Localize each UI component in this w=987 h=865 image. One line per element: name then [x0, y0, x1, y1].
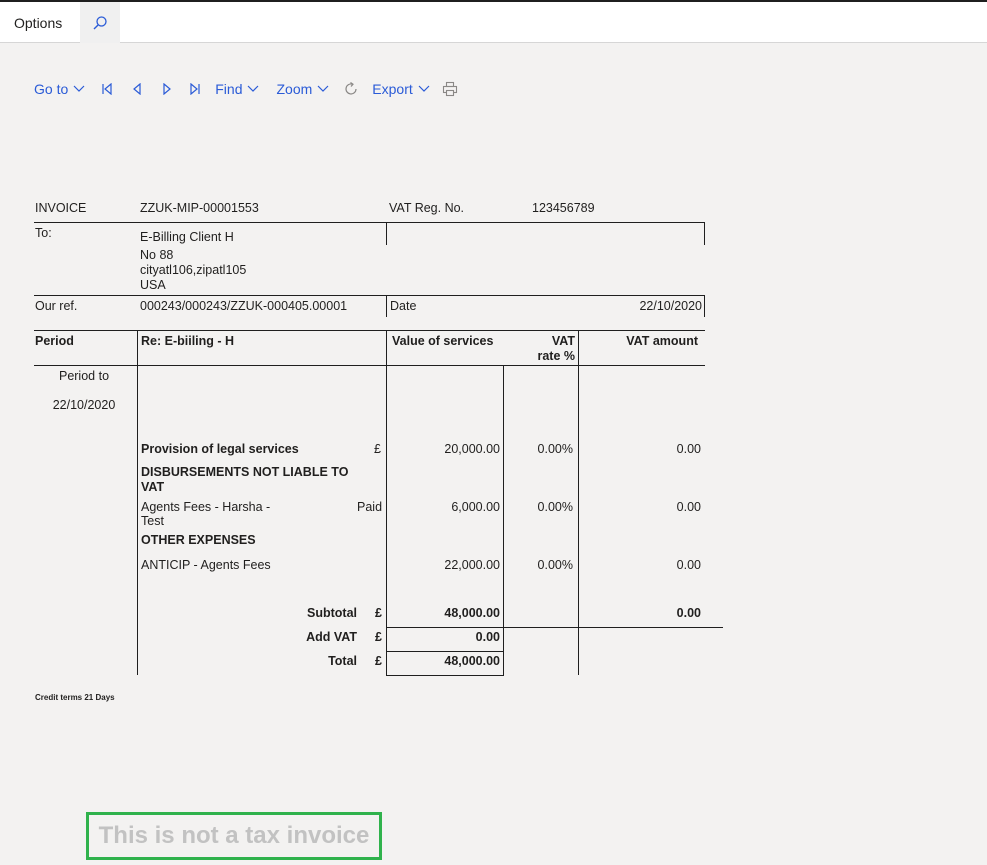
subtotal-currency: £: [375, 606, 382, 620]
credit-terms: Credit terms 21 Days: [35, 693, 115, 702]
section-header-disbursements: VAT: [141, 480, 165, 494]
address-line: USA: [140, 278, 166, 292]
total-currency: £: [375, 654, 382, 668]
subtotal-value: 48,000.00: [444, 606, 500, 620]
line-vat-rate: 0.00%: [537, 558, 573, 572]
divider: [578, 330, 579, 675]
line-description: Agents Fees - Harsha -: [141, 500, 271, 514]
line-value: 6,000.00: [451, 500, 500, 514]
line-vat-amount: 0.00: [676, 558, 701, 572]
column-header-value: Value of services: [392, 334, 494, 348]
invoice-title: INVOICE: [35, 201, 87, 215]
divider: [503, 365, 504, 675]
invoice-number: ZZUK-MIP-00001553: [140, 201, 259, 215]
add-vat-value: 0.00: [475, 630, 500, 644]
column-header-vat-rate: rate %: [537, 349, 575, 363]
line-status: Paid: [357, 500, 383, 514]
tax-invoice-notice: This is not a tax invoice: [86, 812, 382, 860]
line-description: Provision of legal services: [141, 442, 299, 456]
column-header-vat-rate: VAT: [551, 334, 575, 348]
line-description: Test: [141, 514, 164, 528]
divider: [386, 651, 504, 652]
period-to-label: Period to: [58, 369, 110, 383]
divider: [34, 222, 705, 223]
address-line: cityatl106,zipatl105: [140, 263, 247, 277]
divider: [137, 330, 138, 675]
add-vat-currency: £: [375, 630, 382, 644]
line-value: 22,000.00: [444, 558, 500, 572]
line-currency: £: [374, 442, 381, 456]
line-vat-rate: 0.00%: [537, 442, 573, 456]
divider: [386, 222, 387, 245]
invoice-document: INVOICE ZZUK-MIP-00001553 VAT Reg. No. 1…: [0, 0, 987, 865]
total-label: Total: [328, 654, 357, 668]
divider: [34, 365, 705, 366]
vat-reg-value: 123456789: [532, 201, 595, 215]
subtotal-vat: 0.00: [676, 606, 701, 620]
add-vat-label: Add VAT: [306, 630, 357, 644]
tax-invoice-notice-text: This is not a tax invoice: [98, 822, 370, 849]
divider: [704, 295, 705, 317]
date-label: Date: [390, 299, 417, 313]
section-header-disbursements: DISBURSEMENTS NOT LIABLE TO: [141, 465, 349, 479]
our-ref-label: Our ref.: [35, 299, 78, 313]
column-header-period: Period: [35, 334, 74, 348]
line-value: 20,000.00: [444, 442, 500, 456]
section-header-other-expenses: OTHER EXPENSES: [141, 533, 256, 547]
divider: [34, 295, 705, 296]
our-ref-value: 000243/000243/ZZUK-000405.00001: [140, 299, 348, 313]
divider: [386, 627, 723, 628]
line-vat-amount: 0.00: [676, 442, 701, 456]
period-to-value: 22/10/2020: [52, 398, 116, 412]
subtotal-label: Subtotal: [307, 606, 357, 620]
divider: [386, 295, 387, 317]
column-header-vat-amount: VAT amount: [626, 334, 698, 348]
vat-reg-label: VAT Reg. No.: [389, 201, 465, 215]
total-value: 48,000.00: [444, 654, 500, 668]
address-line: No 88: [140, 248, 174, 262]
divider: [386, 330, 387, 675]
to-label: To:: [35, 226, 52, 240]
line-vat-rate: 0.00%: [537, 500, 573, 514]
client-name: E-Billing Client H: [140, 230, 234, 244]
divider: [34, 330, 705, 331]
line-description: ANTICIP - Agents Fees: [141, 558, 271, 572]
date-value: 22/10/2020: [639, 299, 702, 313]
divider: [704, 222, 705, 245]
column-header-re: Re: E-biiling - H: [141, 334, 235, 348]
divider: [386, 675, 504, 676]
line-vat-amount: 0.00: [676, 500, 701, 514]
